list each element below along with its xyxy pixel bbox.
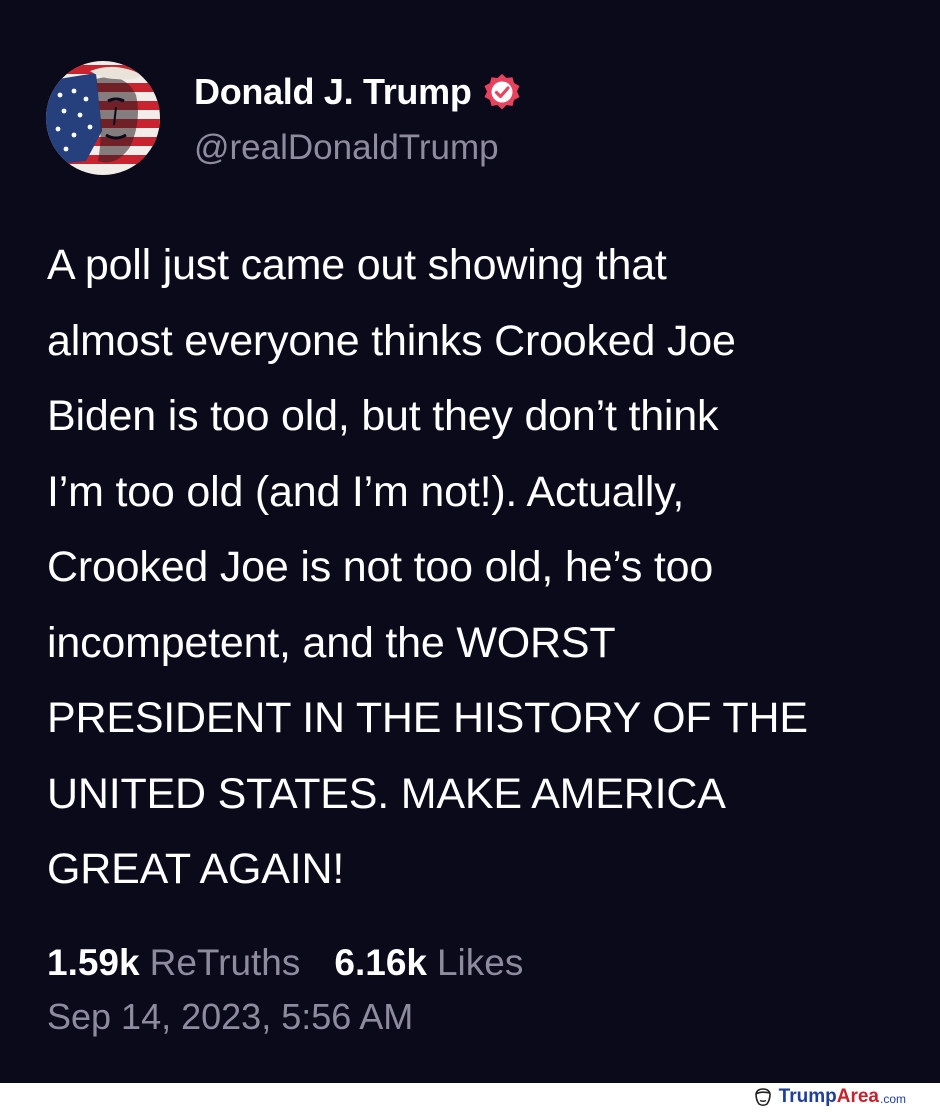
post-body-line: incompetent, and the WORST: [47, 618, 616, 667]
author-handle[interactable]: @realDonaldTrump: [194, 128, 499, 168]
author-avatar[interactable]: [46, 61, 160, 175]
post-body-line: Crooked Joe is not too old, he’s too: [47, 543, 714, 591]
post-body-line: UNITED STATES. MAKE AMERICA: [47, 769, 726, 818]
post-body-text: A poll just came out showing that almost …: [47, 228, 927, 908]
post-body-line: I’m too old (and I’m not!). Actually,: [47, 467, 685, 516]
likes-count: 6.16k: [334, 942, 427, 983]
post-body-line: PRESIDENT IN THE HISTORY OF THE: [47, 694, 808, 742]
trump-face-outline-icon: [753, 1087, 773, 1107]
likes-stat[interactable]: 6.16k Likes: [334, 942, 523, 984]
retruths-count: 1.59k: [47, 942, 140, 983]
post-timestamp[interactable]: Sep 14, 2023, 5:56 AM: [47, 996, 413, 1038]
post-body-line: A poll just came out showing that: [47, 241, 667, 289]
flag-painted-portrait-avatar-icon: [46, 61, 160, 175]
retruths-label: ReTruths: [149, 942, 301, 983]
watermark-brand-area: Area: [836, 1086, 879, 1107]
likes-label: Likes: [436, 942, 524, 983]
watermark-brand-trump: Trump: [778, 1086, 837, 1107]
post-body-line: almost everyone thinks Crooked Joe: [47, 316, 736, 365]
author-name-row: Donald J. Trump: [194, 68, 522, 116]
post-body-line: GREAT AGAIN!: [47, 845, 345, 893]
author-display-name[interactable]: Donald J. Trump: [194, 71, 472, 113]
post-stats: 1.59k ReTruths 6.16k Likes: [47, 936, 523, 990]
verified-badge-icon: [482, 72, 522, 112]
post-body-line: Biden is too old, but they don’t think: [47, 392, 719, 440]
truth-social-post-card: Donald J. Trump @realDonaldTrump A poll …: [0, 0, 940, 1083]
retruths-stat[interactable]: 1.59k ReTruths: [47, 942, 300, 984]
trumparea-watermark: Trump Area .com: [753, 1086, 906, 1108]
watermark-brand-suffix: .com: [879, 1092, 906, 1106]
